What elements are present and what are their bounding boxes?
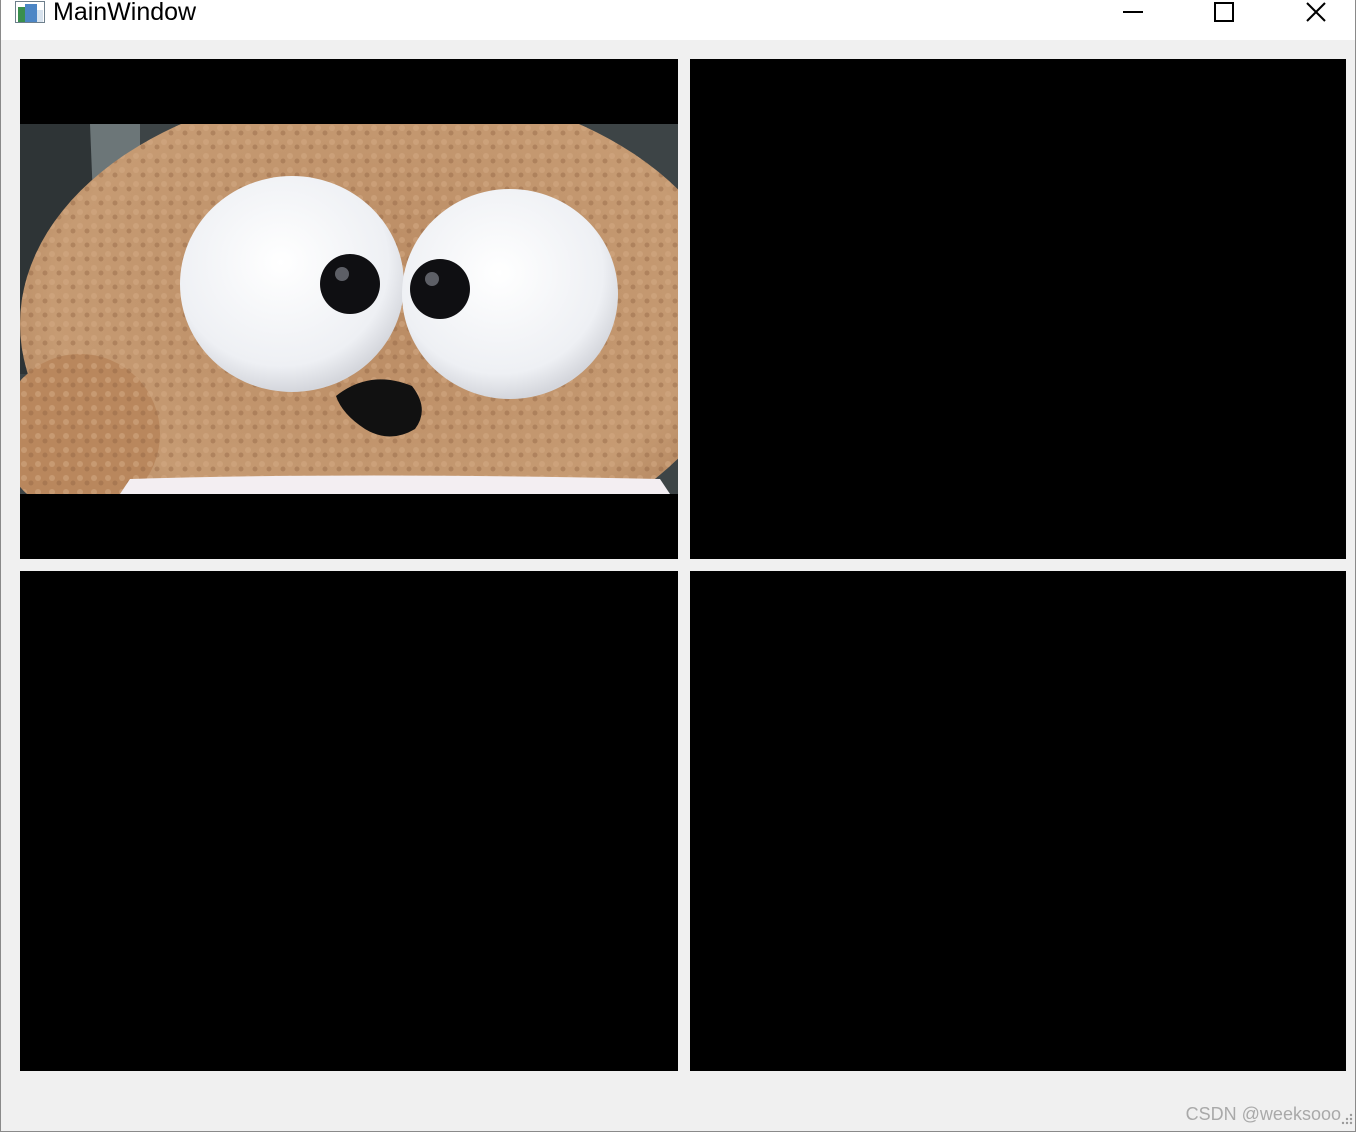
minimize-button[interactable] (1087, 0, 1179, 30)
video-panel-1[interactable] (20, 59, 678, 559)
main-window: MainWindow CSDN @weeksooo (0, 0, 1356, 1132)
video-panel-2[interactable] (690, 59, 1346, 559)
app-window-icon (15, 1, 45, 23)
camera-feed-image (20, 124, 678, 494)
close-icon (1306, 2, 1326, 22)
maximize-button[interactable] (1178, 0, 1270, 30)
video-panel-3[interactable] (20, 571, 678, 1071)
window-title: MainWindow (53, 0, 197, 26)
maximize-icon (1214, 2, 1234, 22)
minimize-icon (1123, 11, 1143, 13)
watermark-text: CSDN @weeksooo (1185, 1104, 1341, 1124)
title-bar[interactable]: MainWindow (1, 0, 1355, 40)
close-button[interactable] (1271, 0, 1355, 30)
video-panel-4[interactable] (690, 571, 1346, 1071)
size-grip-icon[interactable] (1341, 1113, 1353, 1125)
